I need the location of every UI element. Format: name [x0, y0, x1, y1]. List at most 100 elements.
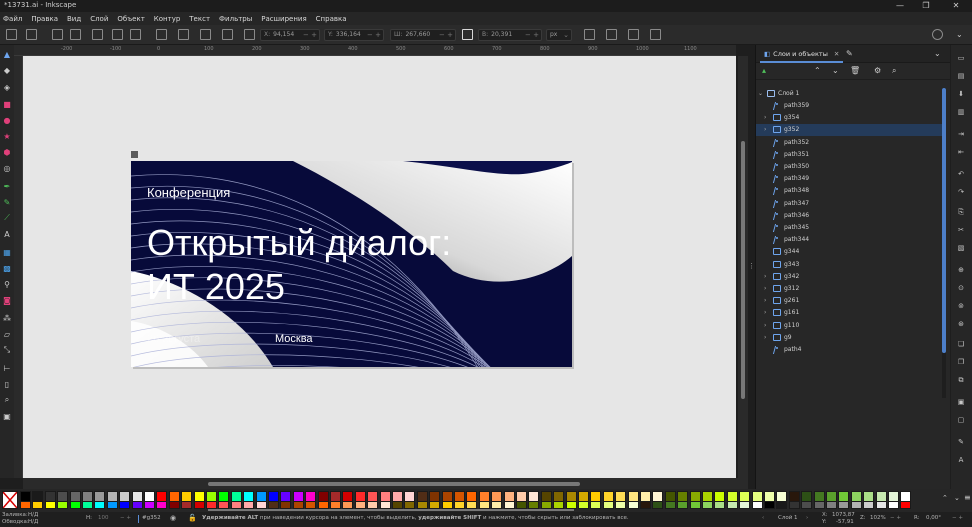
color-swatch[interactable] — [416, 501, 428, 509]
artwork-title-line1[interactable]: Открытый диалог: — [147, 222, 451, 263]
canvas[interactable]: Конференция Открытый диалог: ИТ 2025 26 … — [23, 56, 736, 478]
color-swatch[interactable] — [342, 501, 354, 509]
color-swatch[interactable] — [441, 501, 453, 509]
color-swatch[interactable] — [751, 501, 763, 509]
color-swatch[interactable] — [20, 501, 31, 509]
delete-icon[interactable]: 🗑 — [850, 66, 860, 75]
color-swatch[interactable] — [206, 501, 217, 509]
zoom-page-icon[interactable]: ⊚ — [956, 301, 966, 311]
expand-chevron-icon[interactable]: › — [764, 307, 766, 319]
zoom-drawing-icon[interactable]: ⊙ — [956, 283, 966, 293]
color-swatch[interactable] — [565, 501, 577, 509]
ungroup-icon[interactable]: ▢ — [956, 415, 966, 425]
menu-layer[interactable]: Слой — [90, 15, 108, 23]
color-swatch[interactable] — [193, 501, 205, 509]
scale-corners-icon[interactable] — [606, 29, 617, 40]
collapse-chevron-icon[interactable]: ⌄ — [758, 88, 763, 100]
color-swatch[interactable] — [578, 501, 589, 509]
object-row-path345[interactable]: path345 — [756, 222, 942, 234]
color-swatch[interactable] — [503, 501, 515, 509]
color-swatch[interactable] — [813, 501, 825, 509]
color-swatch[interactable] — [181, 501, 193, 509]
object-row-g352[interactable]: › g352 — [756, 124, 942, 137]
color-swatch[interactable] — [478, 501, 490, 509]
save-icon[interactable]: ⬇ — [956, 89, 966, 99]
zoom-tool-icon[interactable]: ⌕ — [2, 395, 12, 405]
color-swatch[interactable] — [491, 501, 503, 509]
color-swatch[interactable] — [454, 501, 465, 509]
color-swatch[interactable] — [354, 501, 366, 509]
palette-menu-icon[interactable]: ≡ — [964, 493, 971, 502]
text-tool-icon[interactable]: A — [2, 229, 12, 239]
stroke-value[interactable]: Н/Д — [28, 519, 38, 525]
x-coordinate-field[interactable]: X: 94,154− + — [260, 29, 320, 41]
text-font-icon[interactable]: A — [956, 455, 966, 465]
color-swatch[interactable] — [540, 501, 552, 509]
zoom-selection-icon[interactable]: ⊕ — [956, 265, 966, 275]
rectangle-tool-icon[interactable]: ■ — [2, 99, 12, 109]
clone-icon[interactable]: ❐ — [956, 357, 966, 367]
raise-icon[interactable] — [178, 29, 189, 40]
add-layer-icon[interactable]: ▴ — [762, 66, 766, 75]
artwork-page[interactable]: Конференция Открытый диалог: ИТ 2025 26 … — [131, 161, 572, 428]
color-swatch[interactable] — [702, 501, 713, 509]
paint-bucket-tool-icon[interactable]: ◙ — [2, 295, 12, 305]
lower-to-bottom-icon[interactable] — [222, 29, 233, 40]
snap-icon[interactable] — [932, 29, 943, 40]
object-row-g312[interactable]: › g312 — [756, 283, 942, 295]
close-window-button[interactable]: ✕ — [944, 0, 968, 12]
artwork-kicker[interactable]: Конференция — [147, 185, 230, 200]
object-row-path352[interactable]: path352 — [756, 137, 942, 149]
dropper-tool-icon[interactable]: ⚲ — [2, 279, 12, 289]
color-swatch[interactable] — [627, 501, 639, 509]
object-row-g110[interactable]: › g110 — [756, 320, 942, 332]
color-swatch[interactable] — [218, 501, 230, 509]
color-swatch[interactable] — [726, 501, 738, 509]
unit-select[interactable]: px ⌄ — [546, 29, 572, 41]
layer-row-root[interactable]: ⌄ Слой 1 — [756, 88, 942, 100]
spiral-tool-icon[interactable]: ◎ — [2, 163, 12, 173]
color-swatch[interactable] — [156, 501, 168, 509]
mesh-tool-icon[interactable]: ▩ — [2, 263, 12, 273]
calligraphy-tool-icon[interactable]: ⟋ — [2, 213, 12, 223]
move-down-icon[interactable]: ⌄ — [832, 66, 839, 75]
color-swatch[interactable] — [615, 501, 627, 509]
color-swatch[interactable] — [305, 501, 317, 509]
color-swatch[interactable] — [528, 501, 540, 509]
fill-stroke-icon[interactable]: ✎ — [956, 437, 966, 447]
width-field[interactable]: Ш: 267,660− + — [390, 29, 456, 41]
object-row-path359[interactable]: path359 — [756, 100, 942, 112]
artwork-date[interactable]: 26 августа — [147, 333, 201, 345]
color-swatch[interactable] — [57, 501, 69, 509]
lower-icon[interactable] — [200, 29, 211, 40]
vertical-scrollbar[interactable] — [738, 56, 748, 478]
star-tool-icon[interactable]: ★ — [2, 131, 12, 141]
flip-vertical-icon[interactable] — [130, 29, 141, 40]
color-swatch[interactable] — [776, 501, 788, 509]
horizontal-scrollbar[interactable] — [23, 478, 748, 489]
new-document-icon[interactable]: ▭ — [956, 53, 966, 63]
fill-value[interactable]: Н/Д — [28, 512, 38, 518]
selector-tool-icon[interactable]: ▲ — [2, 49, 12, 59]
lock-icon[interactable]: 🔓 — [188, 514, 197, 522]
node-tool-icon[interactable]: ◆ — [2, 65, 12, 75]
zoom-stepper-icon[interactable]: − + — [890, 515, 901, 521]
object-row-g261[interactable]: › g261 — [756, 295, 942, 307]
color-swatch[interactable] — [168, 501, 180, 509]
object-row-g342[interactable]: › g342 — [756, 271, 942, 283]
color-swatch[interactable] — [255, 501, 267, 509]
palette-scroll-thumb[interactable] — [208, 509, 574, 511]
panel-scrollbar[interactable] — [942, 88, 946, 398]
group-icon[interactable]: ▣ — [956, 397, 966, 407]
color-swatch[interactable] — [392, 501, 403, 509]
duplicate-icon[interactable]: ❏ — [956, 339, 966, 349]
unlink-clone-icon[interactable]: ⧉ — [956, 375, 966, 385]
expand-chevron-icon[interactable]: › — [764, 271, 766, 283]
object-row-g343[interactable]: g343 — [756, 259, 942, 271]
gradient-tool-icon[interactable]: ▦ — [2, 247, 12, 257]
color-swatch[interactable] — [888, 501, 899, 509]
move-patterns-icon[interactable] — [650, 29, 661, 40]
color-swatch[interactable] — [900, 501, 912, 509]
copy-icon[interactable]: ⎘ — [956, 207, 966, 217]
color-swatch[interactable] — [268, 501, 279, 509]
